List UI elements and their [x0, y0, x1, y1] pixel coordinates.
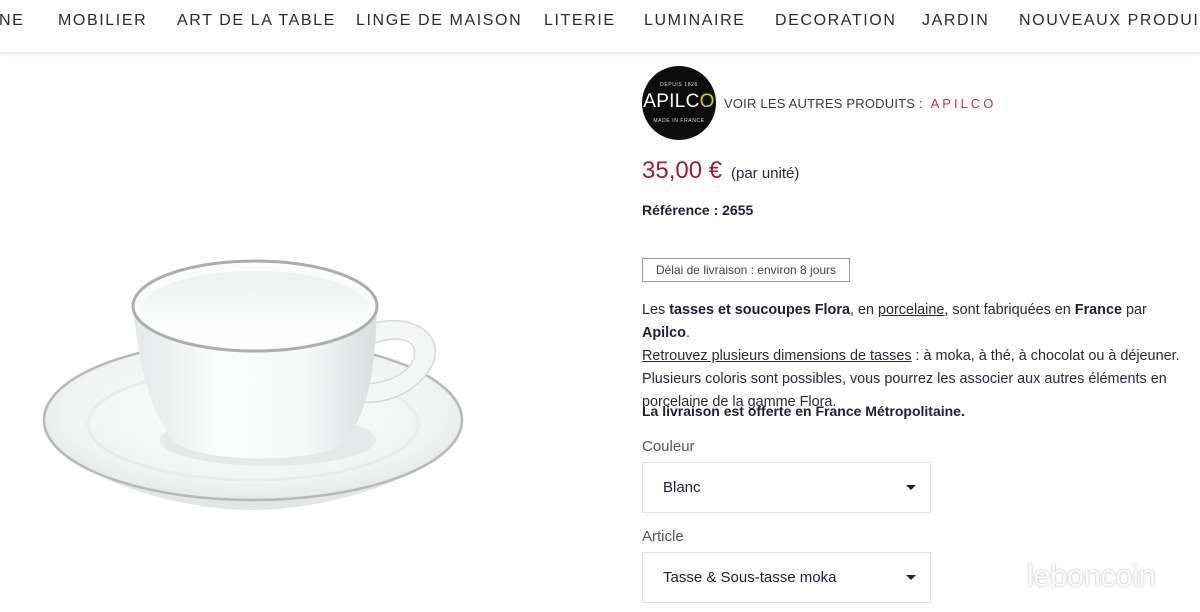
porcelaine-link[interactable]: porcelaine — [878, 302, 944, 318]
cup-and-saucer-illustration — [42, 259, 464, 510]
desc-text: , sont fabriquées en — [944, 302, 1075, 318]
delivery-delay-badge: Délai de livraison : environ 8 jours — [642, 258, 850, 282]
article-select[interactable]: Tasse & Sous-tasse moka — [642, 552, 931, 603]
desc-text: Les — [642, 302, 670, 318]
desc-text: , en — [849, 302, 878, 318]
color-select[interactable]: Blanc — [642, 462, 931, 513]
nav-item-mobilier[interactable]: MOBILIER — [58, 12, 147, 30]
logo-brand-name: APILCO — [642, 91, 716, 113]
brand-link[interactable]: APILCO — [931, 96, 997, 111]
other-products-line: VOIR LES AUTRES PRODUITS : APILCO — [724, 96, 996, 111]
product-image[interactable] — [0, 52, 612, 612]
nav-item-jardin[interactable]: JARDIN — [922, 12, 989, 30]
desc-text: par — [1121, 302, 1147, 318]
logo-name-start: APILC — [643, 91, 700, 112]
brand-logo[interactable]: DEPUIS 1826 APILCO MADE IN FRANCE — [642, 66, 716, 140]
price: 35,00 € — [642, 157, 723, 184]
desc-text: . — [685, 325, 690, 341]
product-reference: Référence : 2655 — [642, 202, 754, 218]
logo-name-o: O — [699, 91, 715, 112]
other-products-label: VOIR LES AUTRES PRODUITS : — [724, 96, 923, 111]
color-select-value: Blanc — [663, 479, 701, 496]
desc-bold-country: France — [1074, 302, 1122, 318]
article-label: Article — [642, 528, 684, 545]
color-label: Couleur — [642, 438, 695, 455]
nav-item-decoration[interactable]: DECORATION — [775, 12, 896, 30]
caret-down-icon — [906, 485, 916, 490]
logo-made-in-text: MADE IN FRANCE — [653, 118, 705, 124]
dimensions-link[interactable]: Retrouvez plusieurs dimensions de tasses — [642, 348, 912, 364]
caret-down-icon — [906, 575, 916, 580]
nav-item-luminaire[interactable]: LUMINAIRE — [644, 12, 746, 30]
nav-item-art-de-la-table[interactable]: ART DE LA TABLE — [177, 12, 336, 30]
logo-since-text: DEPUIS 1826 — [660, 82, 698, 88]
nav-item-cut-off[interactable]: NE — [0, 12, 24, 30]
price-unit: (par unité) — [731, 165, 800, 182]
article-select-value: Tasse & Sous-tasse moka — [663, 569, 837, 586]
nav-item-literie[interactable]: LITERIE — [544, 12, 616, 30]
leboncoin-watermark: leboncoin — [1027, 558, 1156, 593]
top-nav: NE MOBILIER ART DE LA TABLE LINGE DE MAI… — [0, 0, 1200, 52]
nav-item-linge-de-maison[interactable]: LINGE DE MAISON — [356, 12, 522, 30]
nav-item-nouveaux-produits[interactable]: NOUVEAUX PRODUITS — [1019, 12, 1200, 30]
desc-bold-product: tasses et soucoupes Flora — [669, 302, 850, 318]
desc-bold-brand: Apilco — [642, 325, 686, 341]
free-delivery-notice: La livraison est offerte en France Métro… — [642, 403, 965, 419]
product-description: Les tasses et soucoupes Flora, en porcel… — [642, 299, 1187, 414]
